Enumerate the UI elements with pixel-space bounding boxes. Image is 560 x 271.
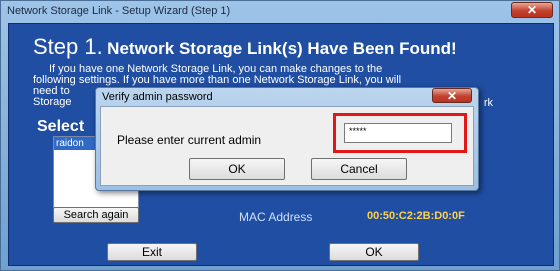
step-number: Step 1.: [33, 34, 103, 59]
dialog-cancel-button[interactable]: Cancel: [311, 158, 407, 180]
ok-button[interactable]: OK: [329, 243, 419, 261]
info-line-3-right: rk: [483, 97, 493, 109]
exit-button[interactable]: Exit: [107, 243, 197, 261]
window-title: Network Storage Link - Setup Wizard (Ste…: [7, 5, 231, 17]
select-group-title: Select: [37, 118, 85, 135]
step-heading-text: Network Storage Link(s) Have Been Found!: [107, 39, 457, 58]
verify-password-dialog: Verify admin password ✕ Please enter cur…: [95, 87, 479, 191]
dialog-ok-button[interactable]: OK: [189, 158, 285, 180]
dialog-close-button[interactable]: ✕: [432, 88, 472, 103]
dialog-body: Please enter current admin ***** OK Canc…: [100, 106, 474, 186]
mac-address-value: 00:50:C2:2B:D0:0F: [367, 210, 465, 222]
password-input[interactable]: *****: [344, 123, 452, 143]
step-heading: Step 1. Network Storage Link(s) Have Bee…: [33, 34, 457, 60]
password-prompt: Please enter current admin: [117, 133, 262, 147]
window-close-button[interactable]: ✕: [511, 2, 553, 18]
password-highlight-box: *****: [333, 113, 467, 153]
dialog-title: Verify admin password: [102, 91, 213, 103]
setup-wizard-window: Network Storage Link - Setup Wizard (Ste…: [0, 0, 560, 271]
info-line-2: following settings. If you have more tha…: [33, 74, 402, 86]
mac-address-label: MAC Address: [239, 210, 313, 224]
search-again-button[interactable]: Search again: [53, 207, 139, 223]
